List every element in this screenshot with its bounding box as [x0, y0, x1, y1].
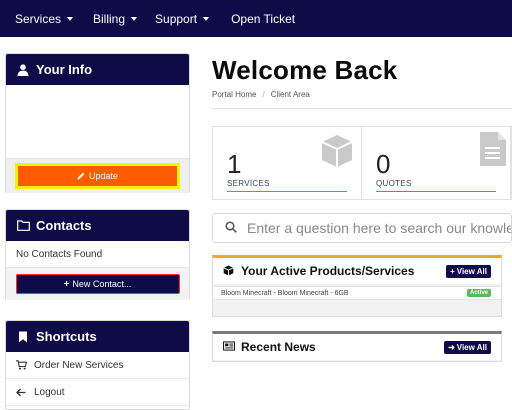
no-contacts-text: No Contacts Found	[6, 241, 189, 268]
shortcuts-panel: Shortcuts Order New Services Logout	[5, 320, 190, 410]
shortcuts-title: Shortcuts	[36, 329, 97, 344]
shortcut-label: Logout	[34, 386, 65, 398]
news-view-all-button[interactable]: ➜ View All	[444, 340, 491, 354]
stat-quotes-label: QUOTES	[376, 179, 412, 188]
nav-billing-label: Billing	[93, 11, 126, 26]
your-info-body	[6, 85, 189, 158]
search-icon	[225, 221, 237, 235]
cart-icon	[16, 360, 28, 370]
contacts-header: Contacts	[6, 210, 189, 241]
active-products-title: Your Active Products/Services	[241, 264, 415, 278]
nav-services-label: Services	[15, 11, 62, 26]
your-info-panel: Your Info Update	[5, 53, 190, 193]
contacts-panel: Contacts No Contacts Found + New Contact…	[5, 209, 190, 300]
nav-support[interactable]: Support	[155, 0, 210, 37]
stat-quotes[interactable]: 0 QUOTES	[362, 127, 511, 199]
arrow-right-icon: ➜	[448, 342, 455, 352]
bookmark-icon	[16, 330, 30, 344]
arrow-left-icon	[16, 388, 28, 397]
view-all-label: View All	[456, 266, 487, 276]
recent-news-title: Recent News	[241, 340, 316, 354]
breadcrumb: Portal Home / Client Area	[212, 90, 512, 109]
products-view-all-button[interactable]: + View All	[446, 264, 491, 278]
stats-tiles: 1 SERVICES 0 QUOTES	[212, 126, 512, 200]
cube-icon	[319, 133, 355, 174]
document-icon	[479, 131, 507, 172]
stat-services-bar	[227, 191, 347, 192]
knowledgebase-search[interactable]: Enter a question here to search our know…	[212, 213, 512, 243]
pencil-icon	[77, 172, 85, 180]
folder-icon	[16, 219, 30, 233]
your-info-title: Your Info	[36, 62, 93, 77]
plus-icon: +	[450, 266, 455, 276]
contacts-title: Contacts	[36, 218, 92, 233]
recent-news-header: Recent News ➜ View All	[213, 334, 501, 360]
shortcut-logout[interactable]: Logout	[6, 379, 189, 406]
user-icon	[16, 63, 30, 77]
your-info-footer: Update	[6, 158, 189, 193]
nav-support-label: Support	[155, 11, 198, 26]
search-placeholder: Enter a question here to search our know…	[247, 220, 512, 236]
your-info-header: Your Info	[6, 54, 189, 85]
chevron-down-icon	[131, 16, 138, 21]
chevron-down-icon	[203, 16, 210, 21]
active-products-header: Your Active Products/Services + View All	[213, 258, 501, 284]
update-button[interactable]: Update	[18, 166, 177, 186]
update-label: Update	[88, 171, 119, 181]
nav-open-ticket-label: Open Ticket	[231, 11, 296, 26]
page-title: Welcome Back	[212, 55, 398, 85]
stat-quotes-value: 0	[376, 149, 391, 179]
breadcrumb-portal-home[interactable]: Portal Home	[212, 90, 256, 99]
breadcrumb-client-area: Client Area	[270, 90, 310, 99]
top-navbar: Services Billing Support Open Ticket	[0, 0, 512, 37]
cube-icon	[223, 265, 235, 277]
contacts-footer: + New Contact...	[6, 268, 189, 300]
recent-news-card: Recent News ➜ View All	[212, 331, 502, 362]
new-contact-button[interactable]: + New Contact...	[15, 274, 180, 294]
view-all-label: View All	[456, 342, 487, 352]
shortcuts-header: Shortcuts	[6, 321, 189, 352]
new-contact-label: New Contact...	[72, 279, 132, 289]
newspaper-icon	[223, 341, 235, 353]
product-name: Bloom Minecraft - Bloom Minecraft - 6GB	[221, 289, 349, 297]
shortcut-order-new-services[interactable]: Order New Services	[6, 352, 189, 379]
nav-billing[interactable]: Billing	[93, 0, 138, 37]
update-highlight: Update	[15, 163, 180, 189]
shortcut-label: Order New Services	[34, 359, 124, 371]
active-products-card: Your Active Products/Services + View All…	[212, 255, 502, 317]
stat-services-label: SERVICES	[227, 179, 270, 188]
status-badge: Active	[466, 289, 491, 297]
breadcrumb-separator: /	[262, 90, 265, 99]
plus-icon: +	[63, 278, 70, 290]
product-row[interactable]: Bloom Minecraft - Bloom Minecraft - 6GB …	[213, 286, 501, 300]
nav-open-ticket[interactable]: Open Ticket	[231, 0, 295, 37]
stat-services-value: 1	[227, 149, 242, 179]
chevron-down-icon	[67, 16, 74, 21]
nav-services[interactable]: Services	[15, 0, 74, 37]
stat-services[interactable]: 1 SERVICES	[213, 127, 362, 199]
stat-quotes-bar	[376, 191, 496, 192]
